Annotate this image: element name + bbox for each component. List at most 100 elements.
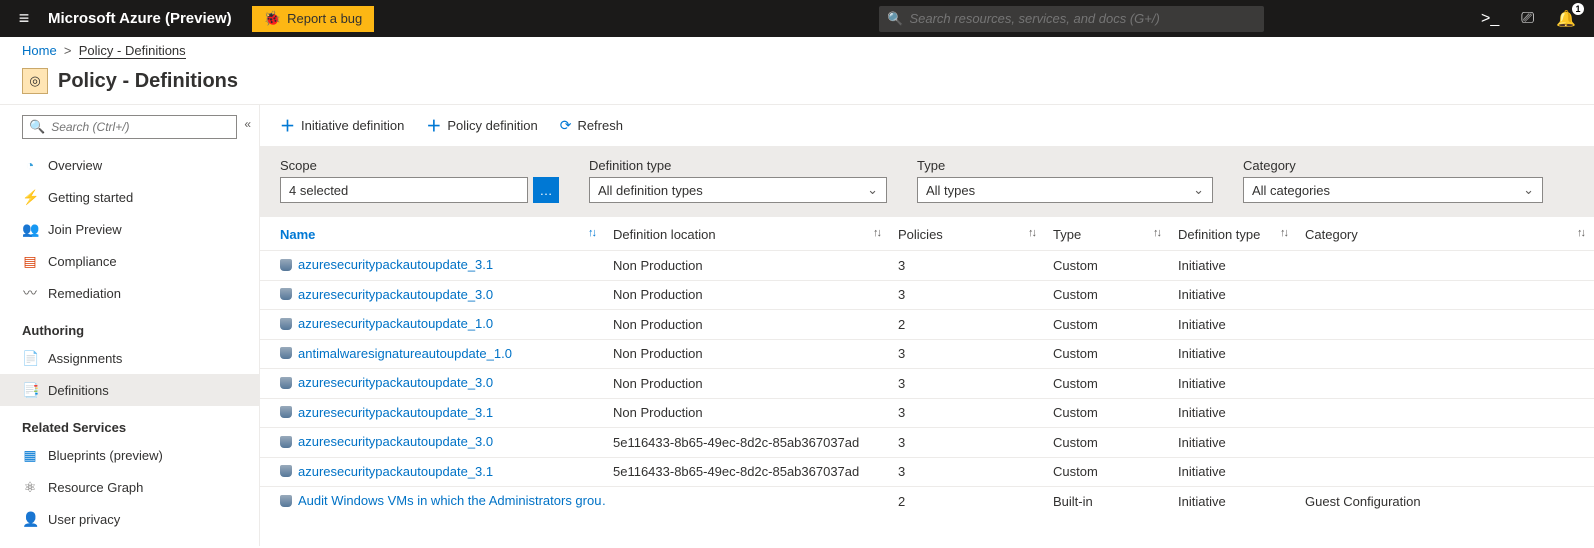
col-policies[interactable]: Policies↑↓ <box>890 217 1045 251</box>
cell-type: Custom <box>1045 369 1170 399</box>
table-row[interactable]: azuresecuritypackautoupdate_3.1Non Produ… <box>260 251 1594 281</box>
definition-link[interactable]: azuresecuritypackautoupdate_1.0 <box>280 316 493 331</box>
category-value: All categories <box>1252 183 1330 198</box>
cell-policies: 3 <box>890 457 1045 487</box>
cell-location: Non Production <box>605 339 890 369</box>
sidebar-item-assignments[interactable]: 📄Assignments <box>0 342 259 374</box>
table-row[interactable]: antimalwaresignatureautoupdate_1.0 Non Pr… <box>260 339 1594 369</box>
global-search[interactable]: 🔍 <box>879 6 1264 32</box>
col-deftype[interactable]: Definition type ↑↓ <box>1170 217 1297 251</box>
cell-category <box>1297 310 1594 340</box>
refresh-button[interactable]: ⟳Refresh <box>560 115 623 136</box>
category-dropdown[interactable]: All categories⌄ <box>1243 177 1543 203</box>
deftype-value: All definition types <box>598 183 703 198</box>
definition-link[interactable]: azuresecuritypackautoupdate_3.0 <box>280 434 493 449</box>
definition-link[interactable]: azuresecuritypackautoupdate_3.0 <box>280 375 493 390</box>
cell-category: Guest Configuration <box>1297 487 1594 516</box>
sidebar-item-blueprints-preview-[interactable]: ▦Blueprints (preview) <box>0 439 259 471</box>
initiative-icon <box>280 259 292 271</box>
definition-link[interactable]: azuresecuritypackautoupdate_3.0 <box>280 287 493 302</box>
cell-policies: 3 <box>890 339 1045 369</box>
bug-icon: 🐞 <box>264 10 281 27</box>
type-dropdown[interactable]: All types⌄ <box>917 177 1213 203</box>
plus-icon: ＋ <box>280 115 295 136</box>
sidebar-item-resource-graph[interactable]: ⚛ Resource Graph <box>0 471 259 503</box>
nav-icon: 👤 <box>22 511 38 528</box>
cell-location: 5e116433-8b65-49ec-8d2c-85ab367037ad <box>605 428 890 458</box>
scope-input[interactable]: 4 selected <box>280 177 528 203</box>
definitions-table-wrap[interactable]: Name↑↓ Definition location↑↓ Policies↑↓ … <box>260 217 1594 516</box>
table-row[interactable]: azuresecuritypackautoupdate_3.15e116433-… <box>260 457 1594 487</box>
cell-category <box>1297 339 1594 369</box>
breadcrumb-home[interactable]: Home <box>22 43 57 58</box>
breadcrumb-current[interactable]: Policy - Definitions <box>79 43 186 59</box>
sidebar-item-label: Resource Graph <box>48 480 143 495</box>
col-name[interactable]: Name↑↓ <box>260 217 605 251</box>
definition-link[interactable]: azuresecuritypackautoupdate_3.1 <box>280 464 493 479</box>
definition-link[interactable]: antimalwaresignatureautoupdate_1.0 <box>280 346 512 361</box>
sidebar-item-overview[interactable]: ◔Overview <box>0 149 259 181</box>
cell-type: Built-in <box>1045 487 1170 516</box>
cell-category <box>1297 251 1594 281</box>
sort-icon: ↑↓ <box>1280 227 1287 239</box>
main-content: ＋Initiative definition ＋Policy definitio… <box>260 105 1594 546</box>
search-icon: 🔍 <box>29 119 45 135</box>
page-title: Policy - Definitions <box>58 70 238 93</box>
add-initiative-button[interactable]: ＋Initiative definition <box>280 115 404 136</box>
sort-icon: ↑↓ <box>873 227 880 239</box>
sidebar-item-label: Join Preview <box>48 222 122 237</box>
sidebar-item-label: Compliance <box>48 254 117 269</box>
table-row[interactable]: azuresecuritypackautoupdate_3.0Non Produ… <box>260 280 1594 310</box>
definition-link[interactable]: azuresecuritypackautoupdate_3.1 <box>280 405 493 420</box>
cell-name: azuresecuritypackautoupdate_3.1 <box>260 398 605 428</box>
cell-location: Non Production <box>605 369 890 399</box>
global-search-input[interactable] <box>909 11 1256 26</box>
table-row[interactable]: azuresecuritypackautoupdate_3.0 5e116433-… <box>260 428 1594 458</box>
cell-location: Non Production <box>605 310 890 340</box>
table-row[interactable]: azuresecuritypackautoupdate_3.0 Non Produ… <box>260 369 1594 399</box>
nav-icon: ⚛ <box>22 479 38 496</box>
sidebar-item-label: Blueprints (preview) <box>48 448 163 463</box>
hamburger-icon[interactable]: ≡ <box>0 8 48 29</box>
col-deftype-label: Definition type <box>1178 227 1260 242</box>
sidebar-item-join-preview[interactable]: 👥Join Preview <box>0 213 259 245</box>
report-bug-label: Report a bug <box>287 11 362 26</box>
sidebar-item-user-privacy[interactable]: 👤User privacy <box>0 503 259 535</box>
cloud-shell-icon[interactable]: >_ <box>1481 10 1499 28</box>
sidebar-item-definitions[interactable]: 📑Definitions <box>0 374 259 406</box>
cell-name: antimalwaresignatureautoupdate_1.0 <box>260 339 605 369</box>
scope-picker-button[interactable]: … <box>533 177 559 203</box>
cell-deftype: Initiative <box>1170 251 1297 281</box>
initiative-icon <box>280 465 292 477</box>
collapse-sidebar-icon[interactable]: « <box>244 117 251 131</box>
nav-icon: ▤ <box>22 253 38 270</box>
sidebar-item-remediation[interactable]: 〰Remediation <box>0 277 259 309</box>
definition-link[interactable]: azuresecuritypackautoupdate_3.1 <box>280 257 493 272</box>
sidebar-item-compliance[interactable]: ▤ Compliance <box>0 245 259 277</box>
report-bug-button[interactable]: 🐞 Report a bug <box>252 6 375 32</box>
sidebar-item-getting-started[interactable]: ⚡Getting started <box>0 181 259 213</box>
cell-policies: 2 <box>890 310 1045 340</box>
col-type[interactable]: Type↑↓ <box>1045 217 1170 251</box>
plus-icon: ＋ <box>426 115 441 136</box>
sidebar-search[interactable]: 🔍 <box>22 115 237 139</box>
definition-link[interactable]: Audit Windows VMs in which the Administr… <box>280 493 605 508</box>
chevron-down-icon: ⌄ <box>867 182 878 198</box>
col-location[interactable]: Definition location↑↓ <box>605 217 890 251</box>
add-policy-button[interactable]: ＋Policy definition <box>426 115 537 136</box>
definitions-table: Name↑↓ Definition location↑↓ Policies↑↓ … <box>260 217 1594 516</box>
table-row[interactable]: azuresecuritypackautoupdate_3.1Non Produ… <box>260 398 1594 428</box>
initiative-icon <box>280 495 292 507</box>
deftype-dropdown[interactable]: All definition types ⌄ <box>589 177 887 203</box>
table-row[interactable]: azuresecuritypackautoupdate_1.0 Non Produ… <box>260 310 1594 340</box>
cell-name: azuresecuritypackautoupdate_3.1 <box>260 251 605 281</box>
title-row: ◎ Policy - Definitions <box>0 64 1594 105</box>
sidebar-search-input[interactable] <box>51 120 230 134</box>
col-category[interactable]: Category↑↓ <box>1297 217 1594 251</box>
sort-icon: ↑↓ <box>1153 227 1160 239</box>
filter-icon[interactable]: ⎚ <box>1521 10 1534 28</box>
table-row[interactable]: Audit Windows VMs in which the Administr… <box>260 487 1594 516</box>
notifications-icon[interactable]: 🔔1 <box>1556 9 1576 29</box>
cell-policies: 3 <box>890 369 1045 399</box>
notification-badge: 1 <box>1572 3 1584 15</box>
